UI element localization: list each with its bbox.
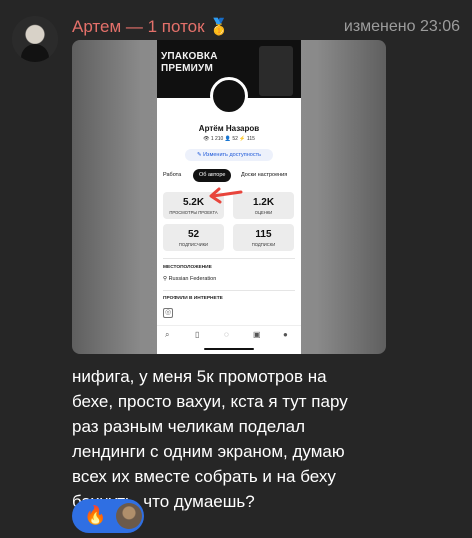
divider xyxy=(163,290,295,291)
sender-avatar[interactable] xyxy=(12,16,58,62)
sender-name-text: Артем — 1 поток xyxy=(72,17,205,36)
search-icon: ⌕ xyxy=(165,330,170,339)
profile-tabs: Работа Об авторе Доски настроения xyxy=(163,169,295,182)
location-text: Russian Federation xyxy=(168,276,217,282)
location-title: МЕСТОПОЛОЖЕНИЕ xyxy=(163,265,212,270)
stat-label: ПОДПИСКИ xyxy=(251,242,276,247)
profile-avatar xyxy=(210,77,248,115)
fire-icon: 🔥 xyxy=(84,505,107,525)
chat-icon: ◌ xyxy=(224,330,229,339)
stat-value: 52 xyxy=(187,229,200,240)
reactor-avatar xyxy=(116,503,142,529)
profiles-title: ПРОФИЛИ В ИНТЕРНЕТЕ xyxy=(163,296,223,301)
reaction-pill[interactable]: 🔥 xyxy=(72,499,144,533)
instagram-icon: ◎ xyxy=(163,308,173,318)
profile-name: Артём Назаров xyxy=(198,124,260,133)
stat-label: ПОДПИСЧИКИ xyxy=(178,242,209,247)
stat-value: 115 xyxy=(255,229,272,240)
tab-work: Работа xyxy=(163,172,182,178)
red-arrow-icon xyxy=(209,187,243,204)
message-text: нифига, у меня 5к промотров на бехе, про… xyxy=(72,367,348,511)
phone-screen: УПАКОВКА ПРЕМИУМ Артём Назаров 👁 1 210 👤… xyxy=(157,40,301,354)
tab-moodboards: Доски настроения xyxy=(241,172,288,178)
profile-icon: ● xyxy=(283,330,288,339)
home-indicator xyxy=(204,348,254,350)
message-timestamp: изменено 23:06 xyxy=(343,18,460,35)
stat-following: 115 ПОДПИСКИ xyxy=(233,224,294,251)
feed-icon: ▯ xyxy=(195,330,200,339)
jobs-icon: ▣ xyxy=(253,330,261,339)
medal-icon: 🥇 xyxy=(209,19,230,36)
pin-icon: ⚲ xyxy=(163,276,168,282)
banner-card xyxy=(259,46,293,96)
divider xyxy=(163,258,295,259)
stat-label: ПРОСМОТРЫ ПРОЕКТА xyxy=(169,210,218,215)
message-header: Артем — 1 поток 🥇 изменено 23:06 xyxy=(72,17,460,41)
stat-label: ОЦЕНКИ xyxy=(254,210,273,215)
tab-about: Об авторе xyxy=(193,169,232,182)
attached-screenshot[interactable]: УПАКОВКА ПРЕМИУМ Артём Назаров 👁 1 210 👤… xyxy=(72,40,386,354)
sender-name[interactable]: Артем — 1 поток 🥇 xyxy=(72,17,229,37)
location-value: ⚲ Russian Federation xyxy=(163,276,216,282)
banner-text: УПАКОВКА ПРЕМИУМ xyxy=(161,51,218,74)
profile-stats: 👁 1 210 👤 52 ⚡ 115 xyxy=(203,136,255,142)
stat-followers: 52 ПОДПИСЧИКИ xyxy=(163,224,224,251)
bottom-nav: ⌕ ▯ ◌ ▣ ● xyxy=(157,325,301,354)
edit-availability-button: ✎ Изменить доступность xyxy=(185,149,273,161)
